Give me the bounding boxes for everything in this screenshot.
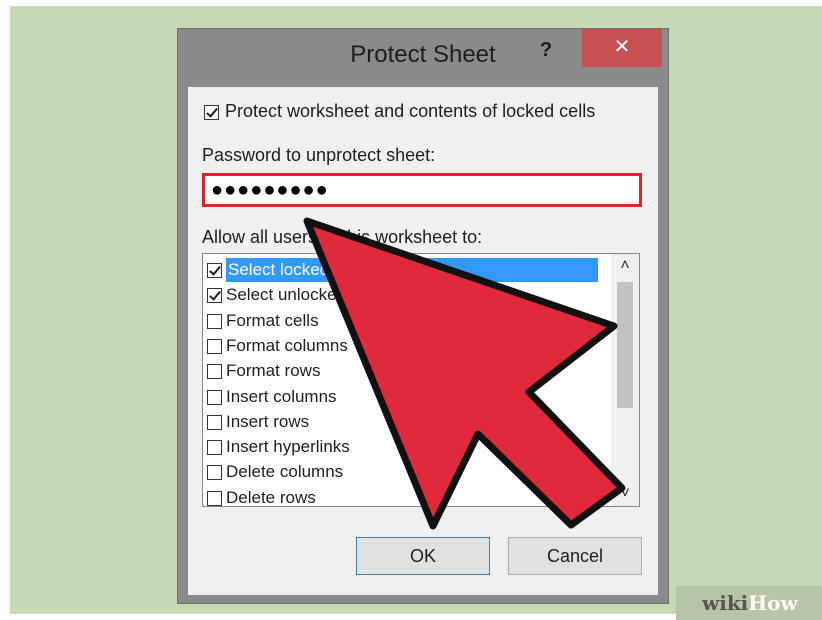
password-label: Password to unprotect sheet: — [202, 145, 436, 165]
title-bar: Protect Sheet ? ✕ — [178, 29, 668, 87]
password-field[interactable]: ●●●●●●●●● — [202, 173, 642, 207]
close-button[interactable]: ✕ — [582, 29, 662, 67]
permission-item[interactable]: Insert columns — [207, 385, 611, 409]
protect-worksheet-option[interactable]: Protect worksheet and contents of locked… — [204, 101, 595, 122]
permission-item[interactable]: Delete columns — [207, 460, 611, 484]
wikihow-watermark: wikiHow — [676, 586, 822, 620]
permission-checkbox[interactable] — [207, 263, 222, 279]
permission-label: Insert columns — [226, 386, 337, 406]
permission-item[interactable]: Insert hyperlinks — [207, 435, 611, 459]
list-scrollbar[interactable]: ˄ ˅ — [611, 254, 639, 506]
permission-label: Format cells — [226, 310, 319, 330]
permission-checkbox[interactable] — [207, 389, 222, 405]
permission-checkbox[interactable] — [207, 364, 222, 380]
protect-sheet-dialog: Protect Sheet ? ✕ Protect worksheet and … — [177, 28, 669, 604]
permission-item[interactable]: Format rows — [207, 359, 611, 383]
permission-checkbox[interactable] — [207, 414, 222, 430]
close-icon: ✕ — [613, 36, 631, 58]
permission-item[interactable]: Insert rows — [207, 410, 611, 434]
permissions-list[interactable]: Select locked cells Select unlocked cells… — [202, 253, 640, 507]
protect-worksheet-checkbox[interactable] — [204, 104, 219, 120]
permission-checkbox[interactable] — [207, 490, 222, 506]
scroll-up-icon[interactable]: ˄ — [611, 254, 639, 278]
permission-label: Select locked cells — [226, 258, 598, 282]
ok-button[interactable]: OK — [356, 537, 490, 575]
help-button[interactable]: ? — [533, 37, 559, 63]
permission-item[interactable]: Select locked cells — [207, 258, 611, 282]
permission-label: Delete rows — [226, 487, 316, 507]
permission-checkbox[interactable] — [207, 313, 222, 329]
permission-label: Delete columns — [226, 462, 344, 482]
permission-item[interactable]: Format cells — [207, 309, 611, 333]
permission-label: Insert hyperlinks — [226, 437, 350, 457]
permission-checkbox[interactable] — [207, 338, 222, 354]
dialog-body: Protect worksheet and contents of locked… — [188, 87, 658, 595]
permission-label: Select unlocked cells — [226, 285, 385, 305]
permission-item[interactable]: Select unlocked cells — [207, 283, 611, 307]
permission-item[interactable]: Delete rows — [207, 486, 611, 510]
permission-label: Format columns — [226, 335, 348, 355]
permission-checkbox[interactable] — [207, 465, 222, 481]
allow-users-label: Allow all users of this worksheet to: — [202, 227, 483, 247]
cancel-button[interactable]: Cancel — [508, 537, 642, 575]
permission-item[interactable]: Format columns — [207, 334, 611, 358]
scroll-down-icon[interactable]: ˅ — [611, 482, 639, 506]
permission-label: Insert rows — [226, 411, 310, 431]
permission-checkbox[interactable] — [207, 440, 222, 456]
permission-label: Format rows — [226, 361, 321, 381]
permission-checkbox[interactable] — [207, 288, 222, 304]
protect-worksheet-label: Protect worksheet and contents of locked… — [225, 101, 596, 121]
scroll-thumb[interactable] — [617, 282, 633, 408]
